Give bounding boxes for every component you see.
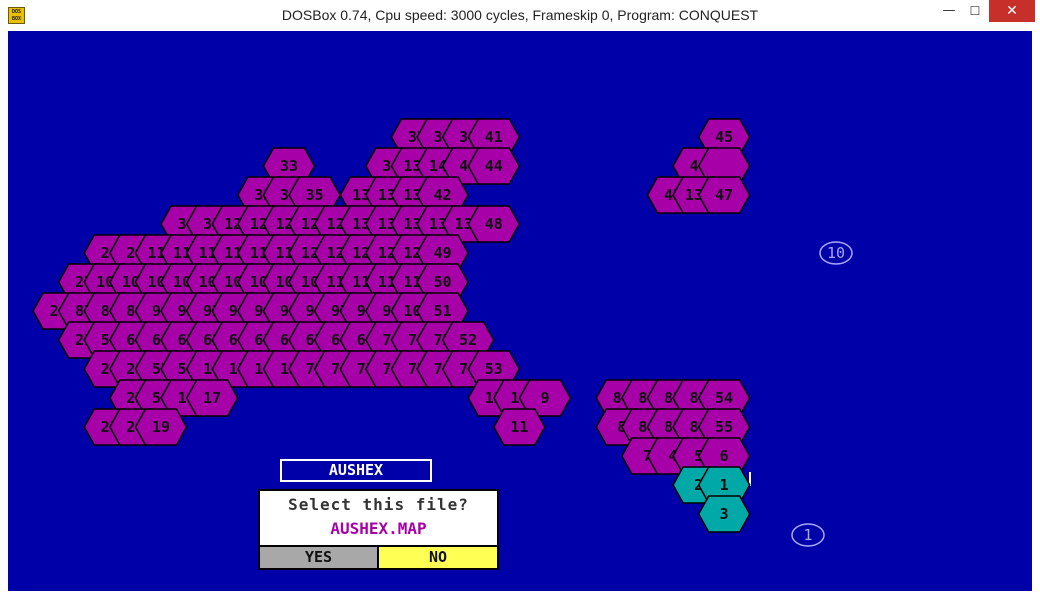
hex-number-label: 6 [720, 447, 729, 465]
territory-hex[interactable]: 47 [697, 176, 751, 214]
hex-number-label: 48 [485, 215, 503, 233]
hex-number-label: 35 [306, 186, 324, 204]
island-hex[interactable]: 3 [697, 495, 751, 533]
close-button[interactable]: ✕ [989, 0, 1035, 22]
hex-number-label: 54 [715, 389, 733, 407]
dialog-filename: AUSHEX.MAP [330, 519, 427, 538]
yes-button[interactable]: YES [260, 545, 379, 568]
window-title: DOSBox 0.74, Cpu speed: 3000 cycles, Fra… [281, 7, 759, 23]
marker-number: 1 [803, 526, 812, 544]
hex-number-label: 49 [434, 244, 452, 262]
hex-number-label: 9 [540, 389, 549, 407]
map-file-label: AUSHEX [280, 459, 432, 482]
hex-number-label: 11 [510, 418, 528, 436]
hex-number-label: 50 [434, 273, 452, 291]
maximize-button[interactable]: ☐ [960, 0, 990, 22]
territory-hex[interactable]: 48 [467, 205, 521, 243]
hex-number-label: 55 [715, 418, 733, 436]
hex-number-label: 51 [434, 302, 452, 320]
territory-hex[interactable]: 11 [493, 408, 546, 446]
hex-number-label: 47 [715, 186, 733, 204]
hex-number-label: 44 [485, 157, 503, 175]
territory-hex[interactable]: 44 [467, 147, 521, 185]
hex-map[interactable]: 3738394145333613914040444632343513613713… [8, 31, 1032, 591]
dialog-prompt: Select this file? [288, 495, 469, 514]
hex-number-label: 41 [485, 128, 503, 146]
circled-marker: 10 [819, 241, 853, 265]
territory-hex[interactable]: 19 [134, 408, 188, 446]
hex-number-label: 3 [720, 505, 729, 523]
hex-number-label: 42 [434, 186, 452, 204]
hex-number-label: 19 [152, 418, 170, 436]
hex-number-label: 45 [715, 128, 733, 146]
hex-number-label: 53 [485, 360, 503, 378]
game-screen[interactable]: 3738394145333613914040444632343513613713… [8, 31, 1032, 591]
no-button[interactable]: NO [379, 545, 497, 568]
hex-number-label: 52 [459, 331, 477, 349]
territory-hex[interactable]: 17 [185, 379, 239, 417]
select-file-dialog: Select this file? AUSHEX.MAP YES NO [258, 489, 499, 570]
circled-marker: 1 [791, 523, 825, 547]
marker-number: 10 [827, 244, 845, 262]
hex-number-label: 33 [280, 157, 298, 175]
hex-number-label: 17 [203, 389, 221, 407]
hex-number-label: 1 [720, 476, 729, 494]
title-bar[interactable]: DOS BOX DOSBox 0.74, Cpu speed: 3000 cyc… [0, 0, 1040, 31]
